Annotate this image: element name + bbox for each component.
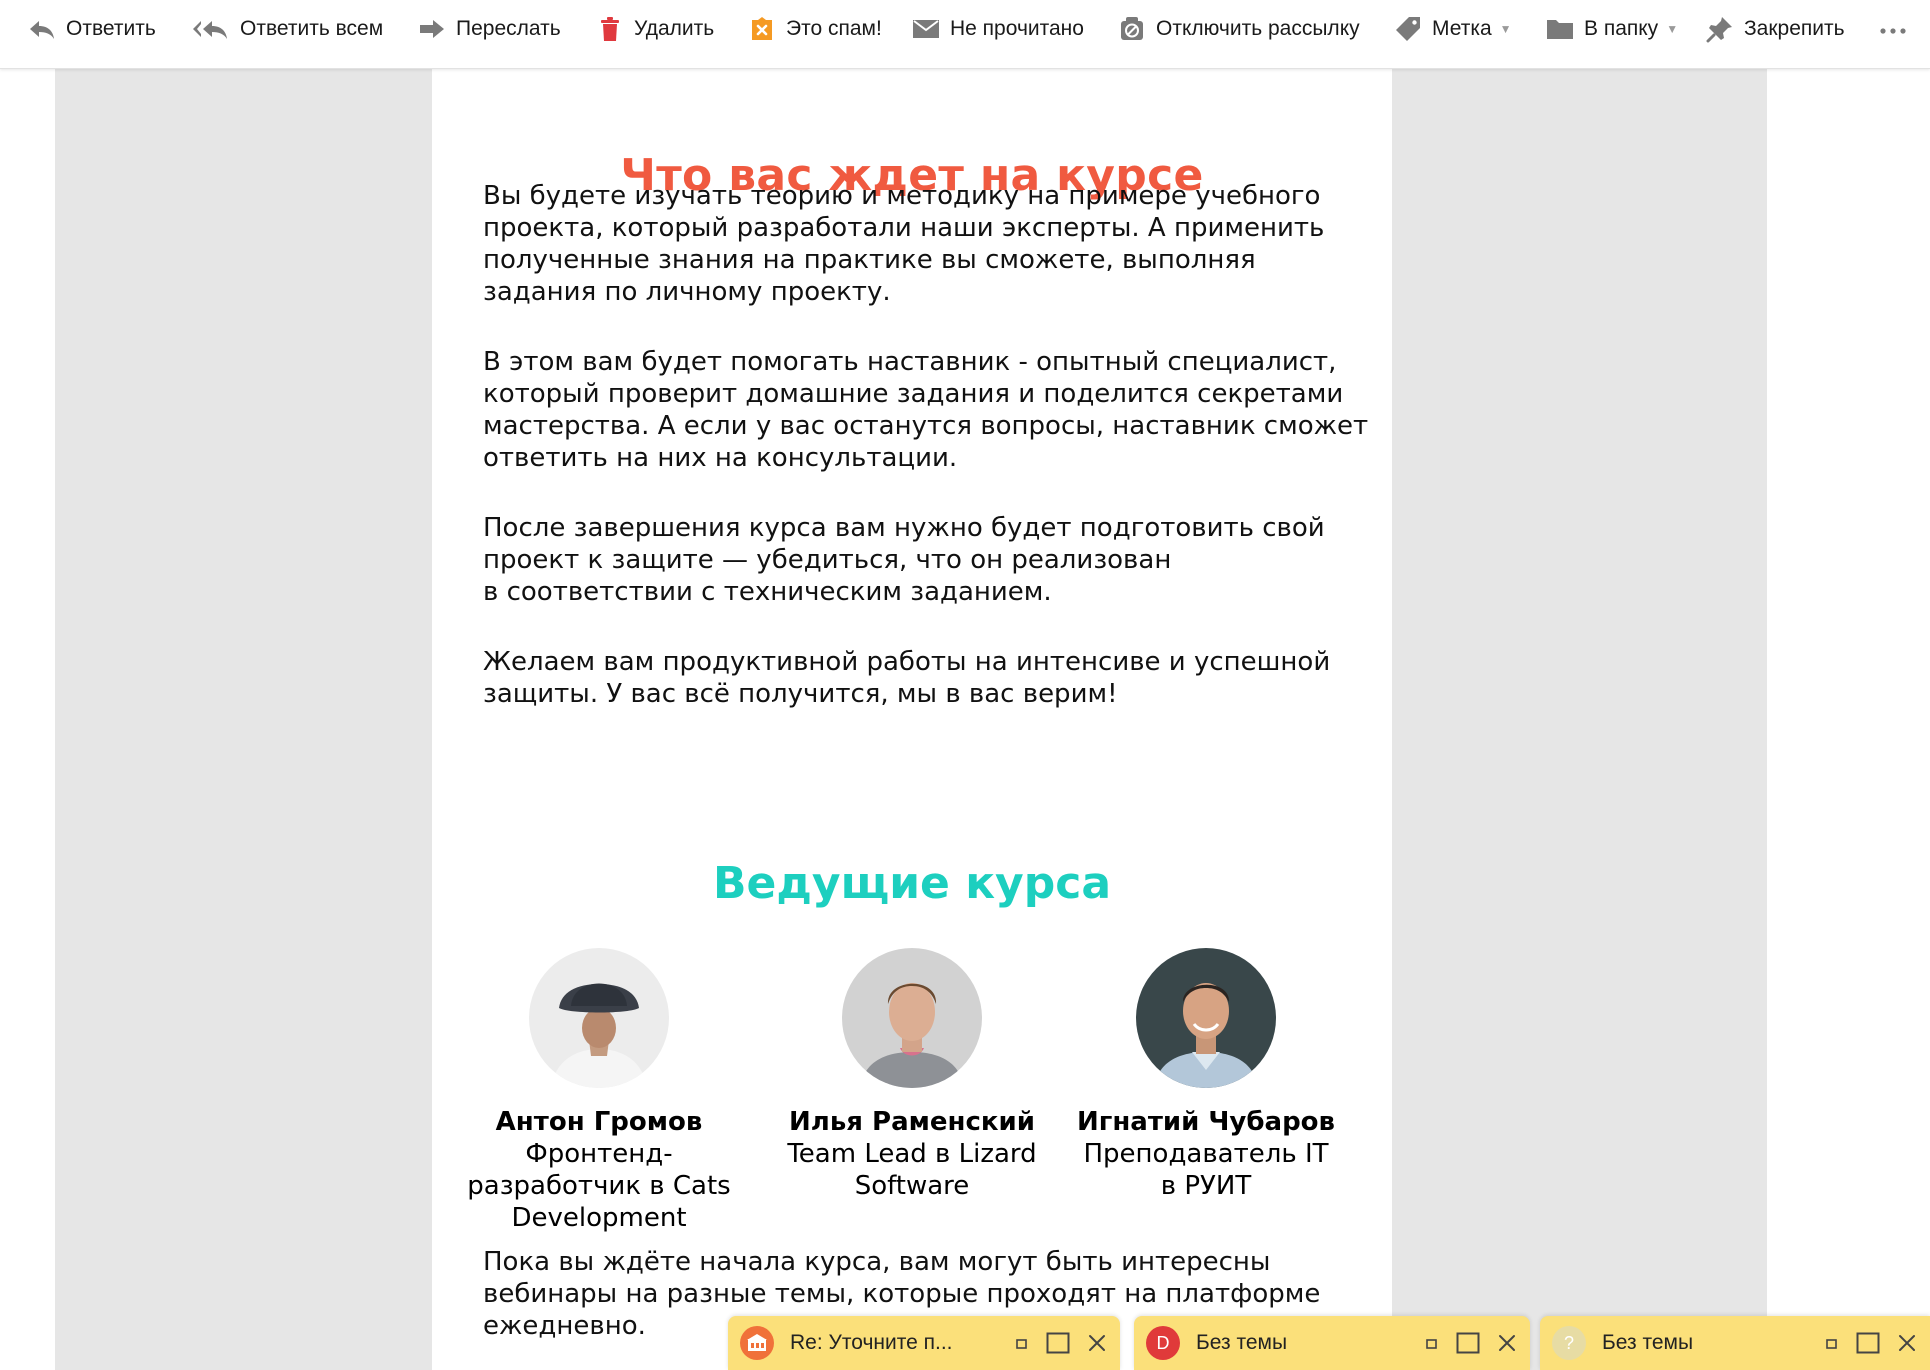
chevron-down-icon: ▼ bbox=[1499, 22, 1512, 36]
reply-all-arrow-icon bbox=[192, 15, 230, 43]
email-body: Что вас ждет на курсе Вы будете изучать … bbox=[432, 68, 1392, 1370]
host-card: Илья Раменский Team Lead в Lizard Softwa… bbox=[772, 948, 1052, 1202]
label-label: Метка bbox=[1432, 17, 1492, 40]
move-to-folder-button[interactable]: В папку ▼ bbox=[1546, 0, 1678, 58]
delete-button[interactable]: Удалить bbox=[596, 0, 714, 58]
pin-button[interactable]: Закрепить bbox=[1706, 0, 1845, 58]
unsubscribe-label: Отключить рассылку bbox=[1156, 17, 1360, 40]
reply-button[interactable]: Ответить bbox=[28, 0, 156, 58]
draft-title: Без темы bbox=[1196, 1331, 1288, 1354]
building-icon bbox=[747, 1334, 767, 1351]
draft-avatar: D bbox=[1146, 1326, 1180, 1360]
reply-all-label: Ответить всем bbox=[240, 17, 384, 40]
maximize-icon[interactable] bbox=[1046, 1332, 1070, 1354]
more-dots-icon bbox=[1880, 20, 1906, 39]
unsubscribe-button[interactable]: Отключить рассылку bbox=[1118, 0, 1360, 58]
more-actions-button[interactable] bbox=[1876, 0, 1910, 58]
host-role: Team Lead в Lizard Software bbox=[787, 1139, 1037, 1201]
hosts-heading: Ведущие курса bbox=[712, 858, 1112, 909]
mark-unread-label: Не прочитано bbox=[950, 17, 1084, 40]
draft-tab[interactable]: ? Без темы bbox=[1540, 1316, 1930, 1370]
host-role: Преподаватель IT в РУИТ bbox=[1083, 1139, 1329, 1201]
draft-controls bbox=[1016, 1332, 1106, 1354]
maximize-icon[interactable] bbox=[1456, 1332, 1480, 1354]
paragraph-defense: После завершения курса вам нужно будет п… bbox=[483, 513, 1325, 607]
minimize-icon[interactable] bbox=[1016, 1337, 1028, 1349]
minimize-icon[interactable] bbox=[1426, 1337, 1438, 1349]
spam-icon bbox=[748, 15, 776, 43]
forward-arrow-icon bbox=[418, 15, 446, 43]
paragraph-mentor: В этом вам будет помогать наставник - оп… bbox=[483, 347, 1369, 473]
mark-unread-button[interactable]: Не прочитано bbox=[912, 0, 1084, 58]
viewer-right-gutter bbox=[1767, 68, 1930, 1370]
host-card: Антон Громов Фронтенд- разработчик в Cat… bbox=[459, 948, 739, 1234]
draft-tab[interactable]: D Без темы bbox=[1134, 1316, 1530, 1370]
pin-label: Закрепить bbox=[1744, 17, 1845, 40]
label-button[interactable]: Метка ▼ bbox=[1394, 0, 1512, 58]
close-icon[interactable] bbox=[1898, 1334, 1916, 1352]
trash-icon bbox=[596, 15, 624, 43]
move-to-folder-label: В папку bbox=[1584, 17, 1659, 40]
host-role: Фронтенд- разработчик в Cats Development bbox=[467, 1139, 731, 1233]
paragraph-theory: Вы будете изучать теорию и методику на п… bbox=[483, 181, 1325, 307]
reply-label: Ответить bbox=[66, 17, 156, 40]
draft-controls bbox=[1826, 1332, 1916, 1354]
viewer-left-gutter bbox=[0, 68, 55, 1370]
reply-all-button[interactable]: Ответить всем bbox=[192, 0, 383, 58]
envelope-icon bbox=[912, 15, 940, 43]
host-name: Игнатий Чубаров bbox=[1077, 1107, 1335, 1137]
draft-avatar bbox=[740, 1326, 774, 1360]
draft-avatar: ? bbox=[1552, 1326, 1586, 1360]
forward-button[interactable]: Переслать bbox=[418, 0, 561, 58]
unsubscribe-icon bbox=[1118, 15, 1146, 43]
avatar bbox=[842, 948, 982, 1088]
delete-label: Удалить bbox=[634, 17, 715, 40]
draft-title: Без темы bbox=[1602, 1331, 1694, 1354]
close-icon[interactable] bbox=[1088, 1334, 1106, 1352]
avatar bbox=[529, 948, 669, 1088]
host-name: Илья Раменский bbox=[789, 1107, 1035, 1137]
draft-controls bbox=[1426, 1332, 1516, 1354]
draft-tab[interactable]: Re: Уточните п... bbox=[728, 1316, 1120, 1370]
maximize-icon[interactable] bbox=[1856, 1332, 1880, 1354]
forward-label: Переслать bbox=[456, 17, 561, 40]
paragraph-wishes: Желаем вам продуктивной работы на интенс… bbox=[483, 647, 1331, 709]
chevron-down-icon: ▼ bbox=[1666, 22, 1679, 36]
host-card: Игнатий Чубаров Преподаватель IT в РУИТ bbox=[1066, 948, 1346, 1202]
close-icon[interactable] bbox=[1498, 1334, 1516, 1352]
spam-label: Это спам! bbox=[786, 17, 882, 40]
reply-arrow-icon bbox=[28, 15, 56, 43]
spam-button[interactable]: Это спам! bbox=[748, 0, 882, 58]
message-toolbar: Ответить Ответить всем Переслать Удалить… bbox=[0, 0, 1930, 69]
folder-icon bbox=[1546, 15, 1574, 43]
avatar bbox=[1136, 948, 1276, 1088]
tag-icon bbox=[1394, 15, 1422, 43]
host-name: Антон Громов bbox=[495, 1107, 703, 1137]
pin-icon bbox=[1706, 15, 1734, 43]
minimize-icon[interactable] bbox=[1826, 1337, 1838, 1349]
draft-title: Re: Уточните п... bbox=[790, 1331, 953, 1354]
